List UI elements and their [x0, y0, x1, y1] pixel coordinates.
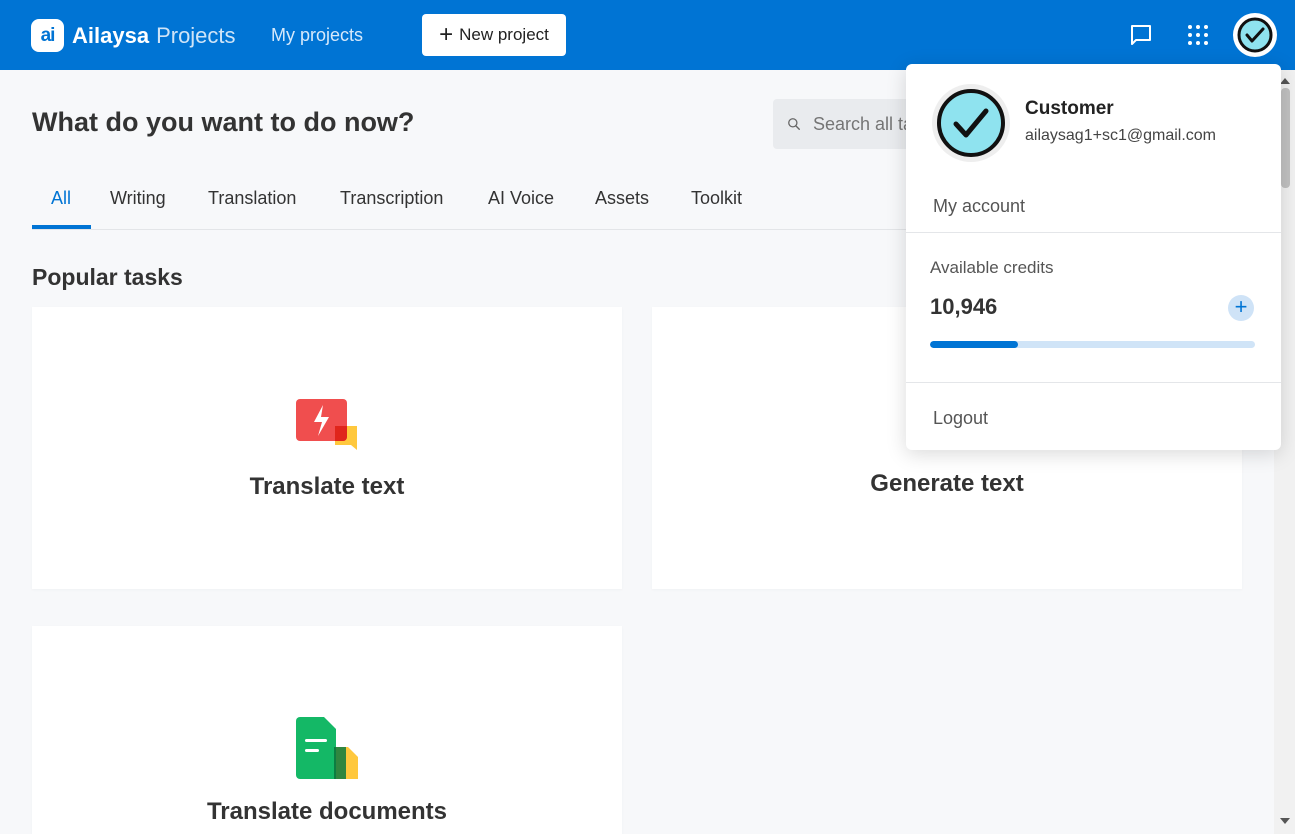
card-title: Generate text: [870, 470, 1024, 497]
scroll-down-arrow-icon[interactable]: [1280, 818, 1290, 824]
logo-name: Ailaysa: [72, 22, 150, 48]
avatar[interactable]: [1233, 13, 1277, 57]
add-credits-button[interactable]: +: [1228, 295, 1254, 321]
task-card-translate-text[interactable]: Translate text: [32, 307, 622, 589]
task-card-translate-documents[interactable]: Translate documents: [32, 626, 622, 834]
category-tabs: All Writing Translation Transcription AI…: [32, 170, 932, 230]
search-icon: [788, 118, 800, 130]
logout-link[interactable]: Logout: [933, 408, 988, 429]
translate-text-icon: [295, 398, 359, 459]
top-bar: ai Ailaysa Projects My projects + New pr…: [0, 0, 1295, 70]
plus-icon: +: [439, 21, 454, 48]
tab-translation[interactable]: Translation: [208, 188, 296, 209]
logo[interactable]: ai Ailaysa Projects: [31, 19, 236, 52]
account-menu: Customer ailaysag1+sc1@gmail.com My acco…: [906, 64, 1281, 450]
credits-value: 10,946: [930, 294, 998, 319]
scroll-thumb[interactable]: [1281, 88, 1290, 188]
tab-toolkit[interactable]: Toolkit: [691, 188, 742, 209]
apps-grid-icon[interactable]: [1181, 18, 1215, 52]
credits-progress-bar: [930, 341, 1255, 348]
tab-assets[interactable]: Assets: [595, 188, 649, 209]
my-account-link[interactable]: My account: [933, 196, 1025, 217]
account-name: Customer: [1025, 98, 1114, 119]
my-projects-link[interactable]: My projects: [271, 25, 363, 46]
tab-transcription[interactable]: Transcription: [340, 188, 443, 209]
checkmark-avatar-icon: [937, 89, 1005, 157]
section-title: Popular tasks: [32, 264, 183, 290]
tab-all[interactable]: All: [51, 188, 71, 209]
divider: [906, 232, 1281, 233]
active-tab-indicator: [32, 225, 91, 229]
scroll-up-arrow-icon[interactable]: [1280, 78, 1290, 84]
card-title: Translate text: [249, 473, 405, 500]
new-project-label: New project: [459, 25, 549, 44]
divider: [906, 382, 1281, 383]
card-title: Translate documents: [206, 798, 448, 825]
checkmark-avatar-icon: [1237, 17, 1273, 53]
tab-writing[interactable]: Writing: [110, 188, 166, 209]
chat-icon[interactable]: [1124, 18, 1158, 52]
logo-mark: ai: [31, 19, 64, 52]
logo-product: Projects: [156, 22, 236, 48]
account-email: ailaysag1+sc1@gmail.com: [1025, 127, 1216, 144]
new-project-button[interactable]: + New project: [422, 14, 566, 56]
page-title: What do you want to do now?: [32, 107, 415, 137]
translate-documents-icon: [296, 717, 360, 784]
account-avatar: [932, 84, 1010, 162]
credits-label: Available credits: [930, 258, 1054, 277]
credits-progress-fill: [930, 341, 1018, 348]
tab-ai-voice[interactable]: AI Voice: [488, 188, 554, 209]
